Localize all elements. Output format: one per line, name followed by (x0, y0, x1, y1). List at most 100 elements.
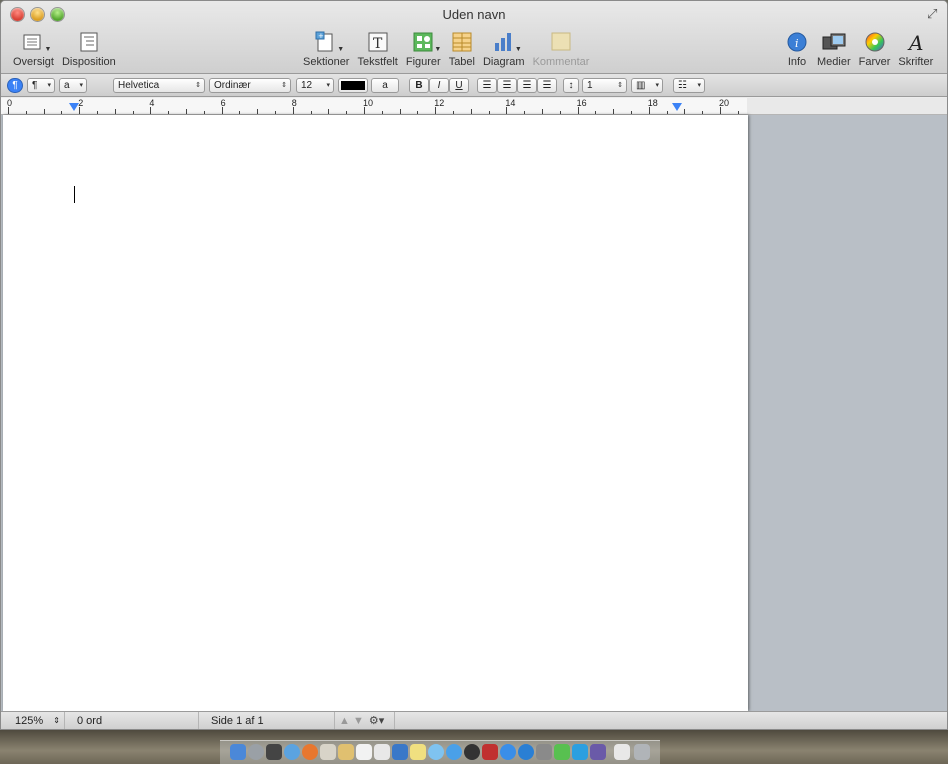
ruler-tick (506, 107, 508, 114)
mission-control-icon[interactable] (266, 744, 282, 760)
media-icon (822, 31, 846, 53)
view-button[interactable]: ▼ Oversigt (9, 31, 58, 68)
textbox-label: Tekstfelt (357, 56, 398, 68)
chart-label: Diagram (482, 56, 525, 68)
page-nav: ▲ ▼ ⚙▾ (335, 712, 395, 729)
align-justify-button[interactable]: ☰ (537, 78, 557, 93)
pages-icon[interactable] (590, 744, 606, 760)
font-size-field[interactable]: 12 ▾ (296, 78, 334, 93)
sections-icon: + ▼ (315, 31, 345, 53)
colors-label: Farver (858, 56, 891, 68)
fonts-button[interactable]: A Skrifter (894, 31, 937, 68)
align-right-button[interactable]: ☰ (517, 78, 537, 93)
stickies-icon[interactable] (410, 744, 426, 760)
toolbar-center: + ▼ Sektioner T Tekstfelt ▼ Figurer Tabe… (299, 31, 593, 68)
textbox-button[interactable]: T Tekstfelt (353, 31, 401, 68)
facetime-icon[interactable] (446, 744, 462, 760)
ruler-tick (399, 109, 401, 114)
view-icon: ▼ (21, 31, 51, 53)
highlight-color-well[interactable]: a (371, 78, 399, 93)
camera-icon[interactable] (464, 744, 480, 760)
firefox-icon[interactable] (302, 744, 318, 760)
ruler-tick (702, 111, 704, 114)
invisibles-toggle-icon[interactable]: ¶ (7, 78, 23, 93)
ruler-tick (221, 107, 223, 114)
shapes-label: Figurer (405, 56, 441, 68)
character-style-select[interactable]: a ▾ (59, 78, 87, 93)
app-store-icon[interactable] (518, 744, 534, 760)
text-color-swatch (341, 81, 365, 90)
table-button[interactable]: Tabel (445, 31, 479, 68)
info-button[interactable]: i Info (781, 31, 813, 68)
media-button[interactable]: Medier (813, 31, 855, 68)
text-cursor (74, 186, 75, 203)
document-area (1, 115, 947, 711)
right-indent-marker-icon[interactable] (672, 103, 682, 111)
bold-button[interactable]: B (409, 78, 429, 93)
document-page[interactable] (3, 115, 748, 711)
colors-button[interactable]: Farver (855, 31, 895, 68)
columns-icon: ▥ (636, 80, 646, 91)
outline-label: Disposition (61, 56, 116, 68)
zoom-select[interactable]: 125% ⇕ (1, 712, 65, 729)
action-gear-icon[interactable]: ⚙▾ (369, 715, 384, 727)
calendar-icon[interactable] (356, 744, 372, 760)
left-indent-marker-icon[interactable] (69, 103, 79, 111)
underline-button[interactable]: U (449, 78, 469, 93)
ruler-tick (364, 107, 365, 114)
finder-icon[interactable] (230, 744, 246, 760)
line-spacing-select[interactable]: 1 ⇕ (582, 78, 627, 93)
textbox-icon: T (366, 31, 390, 53)
ruler-tick (720, 107, 721, 114)
comment-button: Kommentar (529, 31, 594, 68)
next-page-icon[interactable]: ▼ (353, 715, 364, 727)
chart-button[interactable]: ▼ Diagram (479, 31, 529, 68)
ruler-tick (61, 111, 63, 114)
align-left-button[interactable]: ☰ (477, 78, 497, 93)
mail-icon[interactable] (392, 744, 408, 760)
highlight-label: a (382, 80, 388, 91)
launchpad-icon[interactable] (248, 744, 264, 760)
font-style-select[interactable]: Ordinær ⇕ (209, 78, 291, 93)
word-icon[interactable] (572, 744, 588, 760)
outline-button[interactable]: Disposition (58, 31, 120, 68)
italic-button[interactable]: I (429, 78, 449, 93)
fullscreen-icon[interactable]: ⤢ (927, 7, 941, 21)
format-bar: ¶ ¶ ▾ a ▾ Helvetica ⇕ Ordinær ⇕ 12 ▾ a B I U … (1, 74, 947, 97)
trash-icon[interactable] (634, 744, 650, 760)
messages-icon[interactable] (428, 744, 444, 760)
ruler-tick (203, 111, 205, 114)
text-color-well[interactable] (338, 78, 368, 93)
underline-label: U (455, 80, 463, 91)
list-style-select[interactable]: ☷ ▾ (673, 78, 705, 93)
reminders-icon[interactable] (374, 744, 390, 760)
ruler-tick (648, 107, 650, 114)
previous-page-icon[interactable]: ▲ (339, 715, 350, 727)
align-right-icon: ☰ (522, 80, 532, 91)
ruler-tick (684, 109, 686, 114)
line-spacing-icon[interactable]: ↕ (563, 78, 579, 93)
shapes-button[interactable]: ▼ Figurer (402, 31, 445, 68)
font-family-select[interactable]: Helvetica ⇕ (113, 78, 205, 93)
system-preferences-icon[interactable] (536, 744, 552, 760)
columns-select[interactable]: ▥ ▾ (631, 78, 663, 93)
photo-booth-icon[interactable] (482, 744, 498, 760)
svg-text:i: i (795, 37, 799, 50)
align-center-button[interactable]: ☰ (497, 78, 517, 93)
ruler-tick (8, 107, 9, 114)
itunes-icon[interactable] (500, 744, 516, 760)
zoom-value: 125% (15, 715, 44, 727)
svg-text:T: T (373, 36, 383, 52)
bold-label: B (415, 80, 423, 91)
ruler-tick (488, 111, 490, 114)
documents-stack-icon[interactable] (614, 744, 630, 760)
sections-button[interactable]: + ▼ Sektioner (299, 31, 353, 68)
safari-icon[interactable] (284, 744, 300, 760)
utorrent-icon[interactable] (554, 744, 570, 760)
contacts-icon[interactable] (320, 744, 336, 760)
horizontal-ruler[interactable]: 0 2 4 6 8 10 12 14 16 18 20 (1, 98, 747, 115)
paragraph-style-select[interactable]: ¶ ▾ (27, 78, 55, 93)
titlebar-toolbar: Uden navn ⤢ ▼ Oversigt Disposition + ▼ S… (1, 1, 947, 74)
notes-icon[interactable] (338, 744, 354, 760)
info-icon: i (785, 31, 809, 53)
